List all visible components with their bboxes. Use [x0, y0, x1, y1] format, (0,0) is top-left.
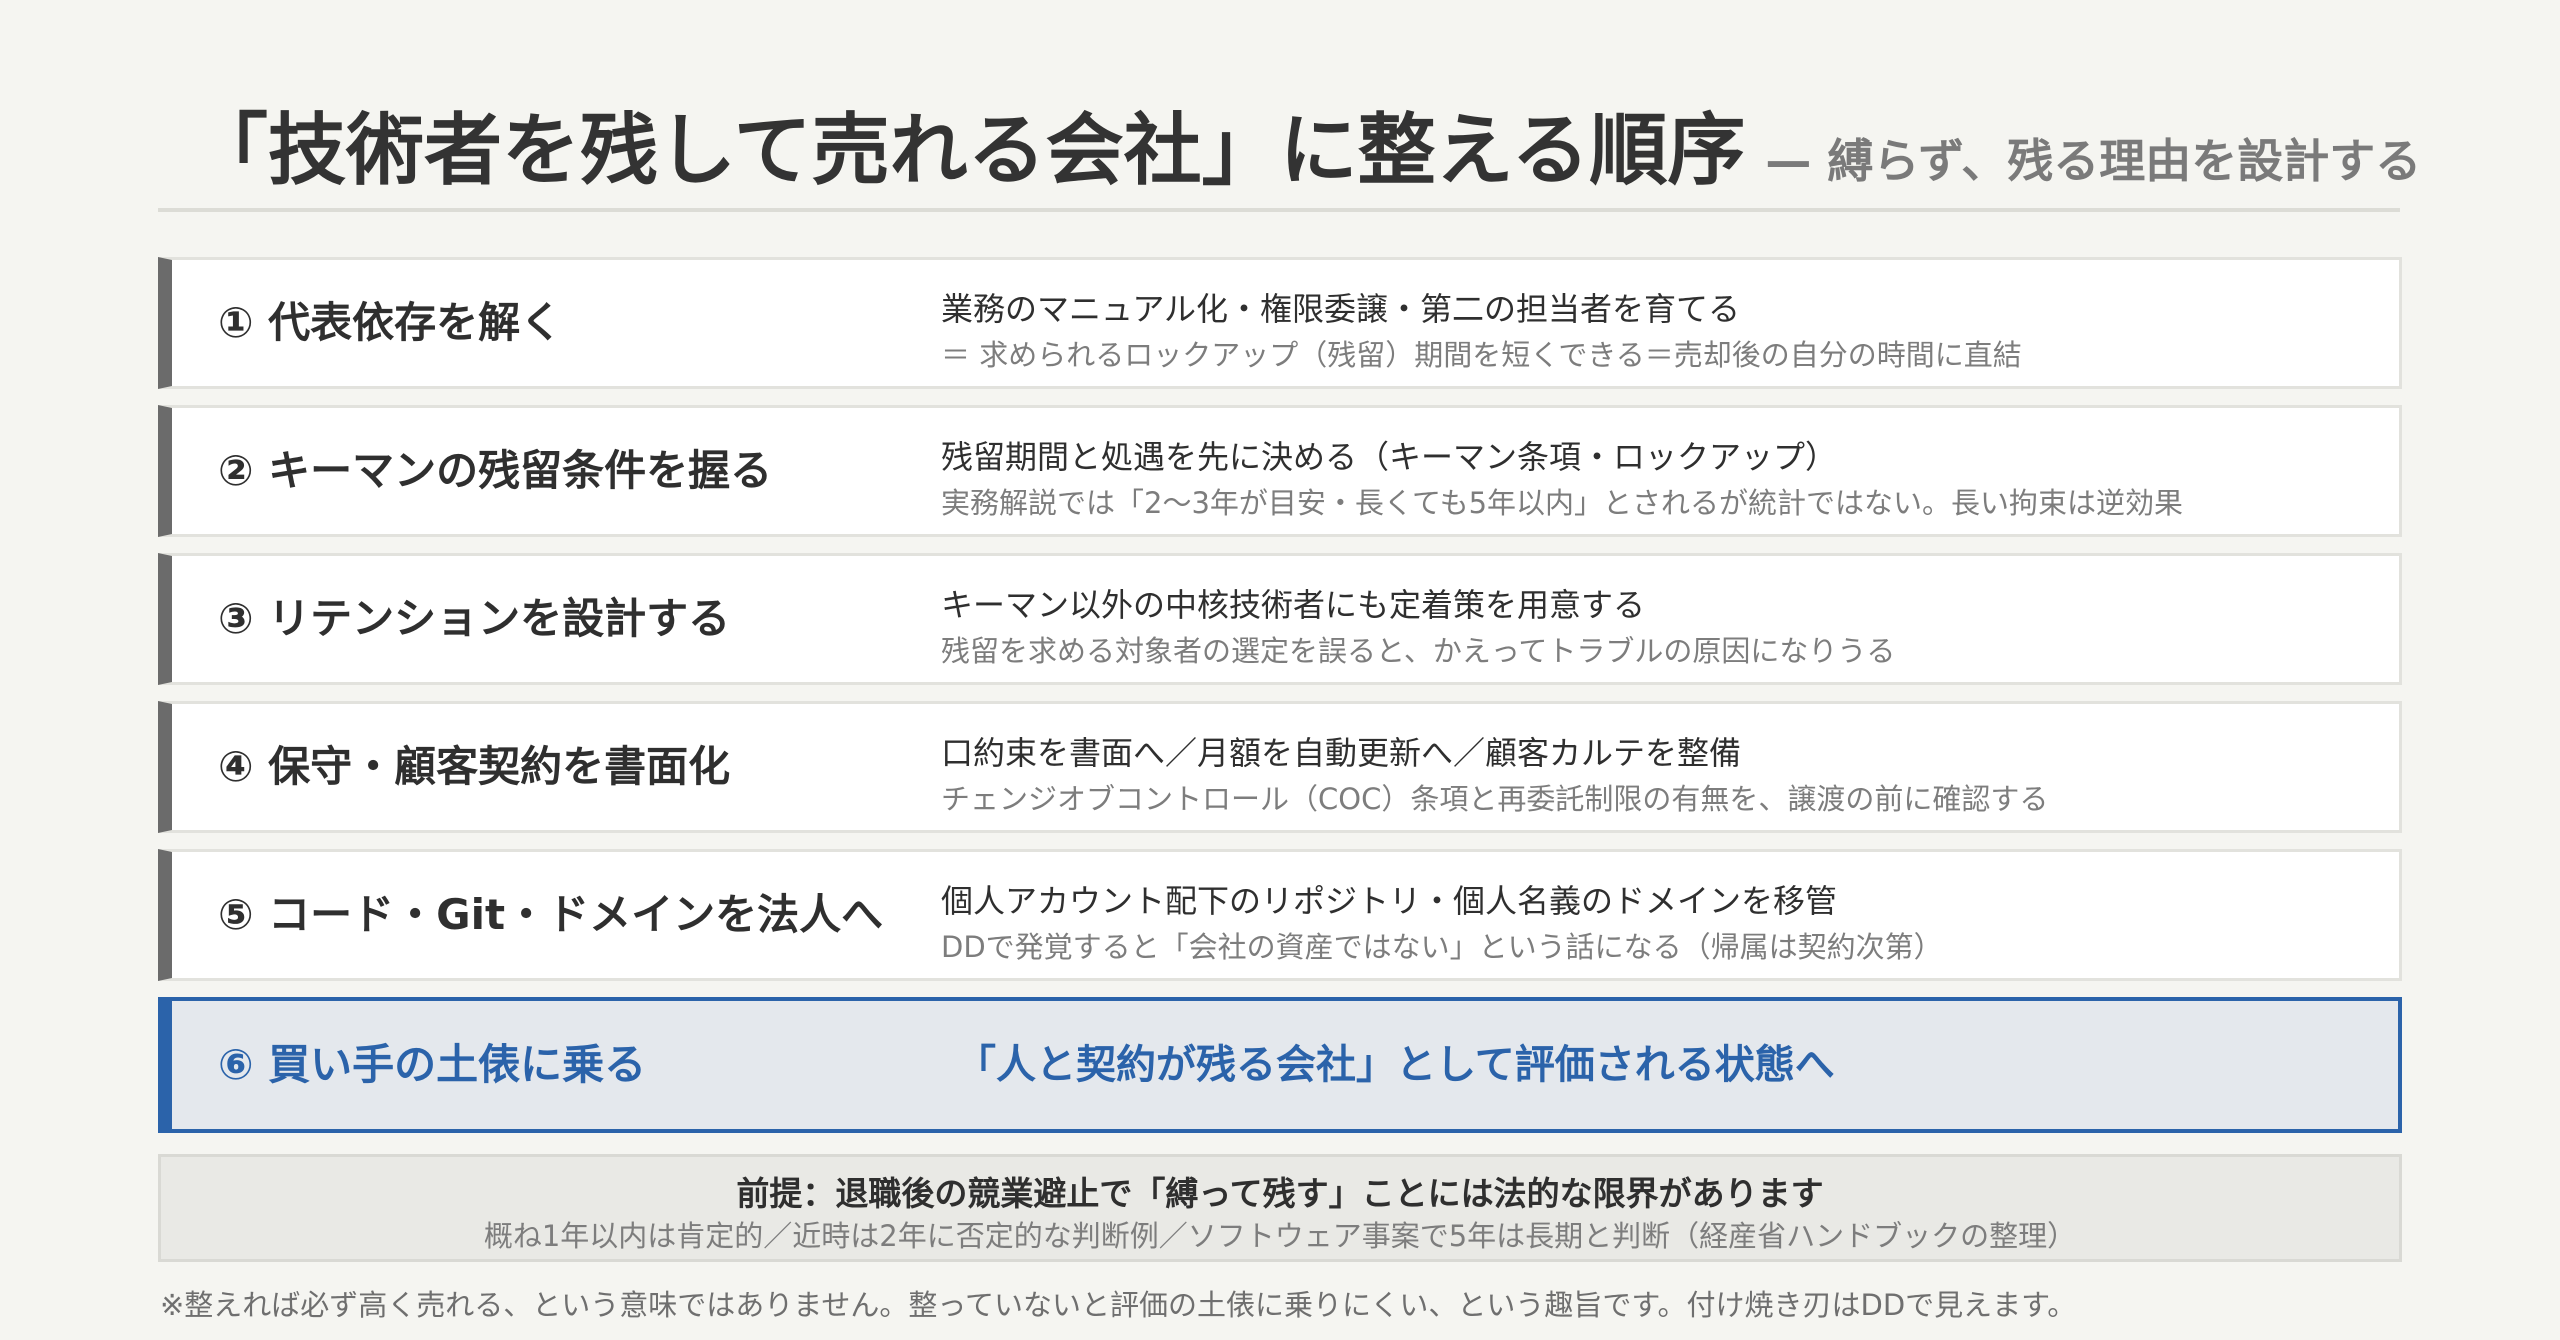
step-title: ③ リテンションを設計する: [218, 594, 731, 643]
step-card-4: ④ 保守・顧客契約を書面化 口約束を書面へ／月額を自動更新へ／顧客カルテを整備 …: [158, 701, 2402, 833]
premise-body: 概ね1年以内は肯定的／近時は2年に否定的な判断例／ソフトウェア事案で5年は長期と…: [483, 1219, 2077, 1253]
step-description: 口約束を書面へ／月額を自動更新へ／顧客カルテを整備: [941, 734, 1742, 772]
page-subtitle: — 縛らず、残る理由を設計する: [1765, 134, 2422, 188]
page-header: 「技術者を残して売れる会社」に整える順序 — 縛らず、残る理由を設計する: [190, 88, 2421, 208]
final-step-title: ⑥ 買い手の土俵に乗る: [218, 1040, 647, 1089]
premise-box: 前提：退職後の競業避止で「縛って残す」ことには法的な限界があります 概ね1年以内…: [158, 1154, 2402, 1262]
footnote: ※整えれば必ず高く売れる、という意味ではありません。整っていないと評価の土俵に乗…: [160, 1288, 2077, 1322]
step-note: ＝ 求められるロックアップ（残留）期間を短くできる＝売却後の自分の時間に直結: [941, 338, 2022, 372]
step-title: ② キーマンの残留条件を握る: [218, 446, 773, 495]
step-card-5: ⑤ コード・Git・ドメインを法人へ 個人アカウント配下のリポジトリ・個人名義の…: [158, 849, 2402, 981]
step-card-final: ⑥ 買い手の土俵に乗る 「人と契約が残る会社」として評価される状態へ: [158, 997, 2402, 1133]
step-card-1: ① 代表依存を解く 業務のマニュアル化・権限委譲・第二の担当者を育てる ＝ 求め…: [158, 257, 2402, 389]
step-description: 残留期間と処遇を先に決める（キーマン条項・ロックアップ）: [941, 438, 1838, 476]
step-note: 実務解説では「2〜3年が目安・長くても5年以内」とされるが統計ではない。長い拘束…: [941, 486, 2184, 520]
steps-list: ① 代表依存を解く 業務のマニュアル化・権限委譲・第二の担当者を育てる ＝ 求め…: [158, 257, 2402, 1133]
title-divider: [158, 208, 2400, 212]
step-description: 業務のマニュアル化・権限委譲・第二の担当者を育てる: [941, 290, 1741, 328]
page-title: 「技術者を残して売れる会社」に整える順序: [190, 106, 1746, 196]
final-step-text: 「人と契約が残る会社」として評価される状態へ: [956, 1042, 1835, 1088]
step-description: キーマン以外の中核技術者にも定着策を用意する: [941, 586, 1646, 624]
step-note: 残留を求める対象者の選定を誤ると、かえってトラブルの原因になりうる: [941, 634, 1896, 668]
premise-heading: 前提：退職後の競業避止で「縛って残す」ことには法的な限界があります: [736, 1174, 1824, 1213]
step-title: ① 代表依存を解く: [218, 298, 563, 347]
step-title: ⑤ コード・Git・ドメインを法人へ: [218, 890, 884, 939]
step-description: 個人アカウント配下のリポジトリ・個人名義のドメインを移管: [941, 882, 1838, 920]
step-note: DDで発覚すると「会社の資産ではない」という話になる（帰属は契約次第）: [941, 930, 1943, 964]
step-card-2: ② キーマンの残留条件を握る 残留期間と処遇を先に決める（キーマン条項・ロックア…: [158, 405, 2402, 537]
step-title: ④ 保守・顧客契約を書面化: [218, 742, 731, 791]
step-note: チェンジオブコントロール（COC）条項と再委託制限の有無を、譲渡の前に確認する: [941, 782, 2049, 816]
step-card-3: ③ リテンションを設計する キーマン以外の中核技術者にも定着策を用意する 残留を…: [158, 553, 2402, 685]
